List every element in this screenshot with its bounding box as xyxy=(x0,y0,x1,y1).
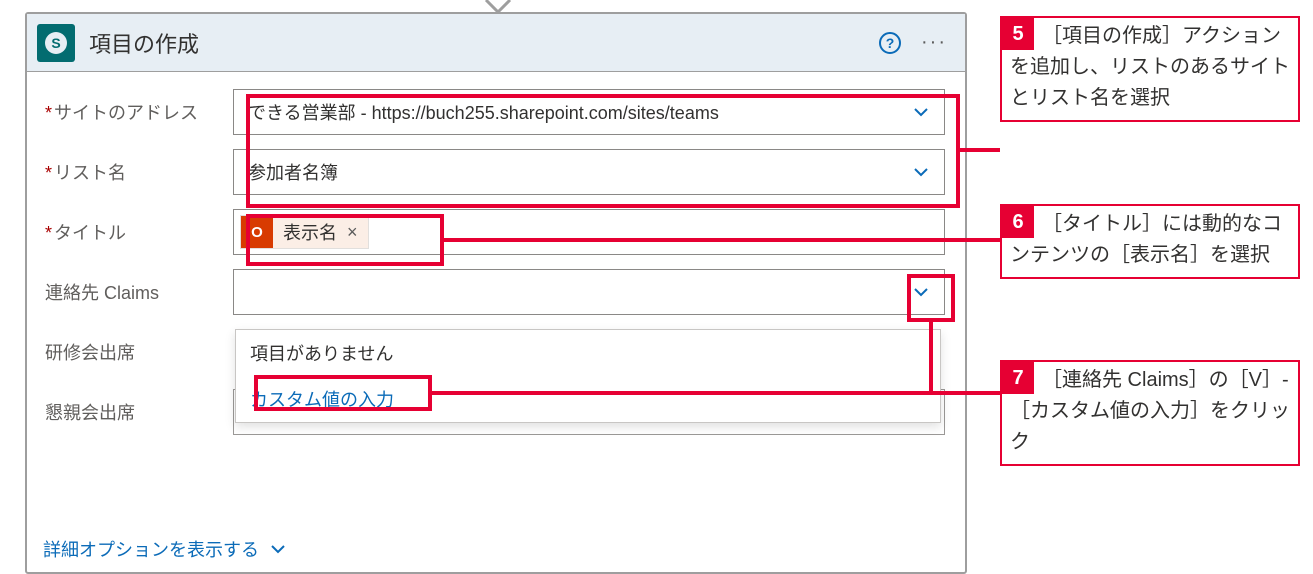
site-address-select[interactable]: できる営業部 - https://buch255.sharepoint.com/… xyxy=(233,89,945,135)
callout-text: ［タイトル］には動的なコンテンツの［表示名］を選択 xyxy=(1002,206,1298,277)
dropdown-custom-value[interactable]: カスタム値の入力 xyxy=(236,376,940,422)
title-input[interactable]: O 表示名 × xyxy=(233,209,945,255)
chevron-down-icon[interactable] xyxy=(908,99,934,125)
label-claims: 連絡先 Claims xyxy=(43,279,233,305)
callout-number: 6 xyxy=(1002,206,1034,238)
callout-number: 7 xyxy=(1002,362,1034,394)
claims-select[interactable] xyxy=(233,269,945,315)
callout-text: ［項目の作成］アクションを追加し、リストのあるサイトとリスト名を選択 xyxy=(1002,18,1298,120)
callout-7: 7 ［連絡先 Claims］の［V］-［カスタム値の入力］をクリック xyxy=(1000,360,1300,466)
claims-dropdown-panel: 項目がありません カスタム値の入力 xyxy=(235,329,941,423)
label-list: *リスト名 xyxy=(43,159,233,185)
label-title: *タイトル xyxy=(43,219,233,245)
field-row-claims: 連絡先 Claims xyxy=(43,268,945,316)
field-row-site: *サイトのアドレス できる営業部 - https://buch255.share… xyxy=(43,88,945,136)
field-row-title: *タイトル O 表示名 × xyxy=(43,208,945,256)
callout-text: ［連絡先 Claims］の［V］-［カスタム値の入力］をクリック xyxy=(1002,362,1298,464)
site-address-value: できる営業部 - https://buch255.sharepoint.com/… xyxy=(248,99,908,125)
callout-number: 5 xyxy=(1002,18,1034,50)
sharepoint-icon: S xyxy=(37,24,75,62)
chevron-down-icon[interactable] xyxy=(908,279,934,305)
card-title: 項目の作成 xyxy=(89,27,879,59)
token-remove-icon[interactable]: × xyxy=(347,222,358,243)
office-icon: O xyxy=(241,216,273,248)
more-icon[interactable]: ··· xyxy=(915,31,953,54)
chevron-down-icon xyxy=(265,536,291,562)
token-label: 表示名 xyxy=(283,219,337,245)
card-body: *サイトのアドレス できる営業部 - https://buch255.share… xyxy=(27,72,965,572)
dropdown-no-items: 項目がありません xyxy=(236,330,940,376)
list-name-select[interactable]: 参加者名簿 xyxy=(233,149,945,195)
card-header: S 項目の作成 ? ··· xyxy=(27,14,965,72)
dynamic-content-token-display-name[interactable]: O 表示名 × xyxy=(240,215,369,249)
chevron-down-icon[interactable] xyxy=(908,159,934,185)
required-mark: * xyxy=(45,223,52,243)
required-mark: * xyxy=(45,163,52,183)
list-name-value: 参加者名簿 xyxy=(248,159,908,185)
label-training: 研修会出席 xyxy=(43,339,233,365)
field-row-list: *リスト名 参加者名簿 xyxy=(43,148,945,196)
create-item-action-card: S 項目の作成 ? ··· *サイトのアドレス できる営業部 - https:/… xyxy=(25,12,967,574)
callout-5: 5 ［項目の作成］アクションを追加し、リストのあるサイトとリスト名を選択 xyxy=(1000,16,1300,122)
label-party: 懇親会出席 xyxy=(43,399,233,425)
show-advanced-options-link[interactable]: 詳細オプションを表示する xyxy=(43,536,291,562)
help-icon[interactable]: ? xyxy=(879,32,901,54)
label-site: *サイトのアドレス xyxy=(43,99,233,125)
callout-6: 6 ［タイトル］には動的なコンテンツの［表示名］を選択 xyxy=(1000,204,1300,279)
required-mark: * xyxy=(45,103,52,123)
advanced-options-label: 詳細オプションを表示する xyxy=(43,536,259,562)
